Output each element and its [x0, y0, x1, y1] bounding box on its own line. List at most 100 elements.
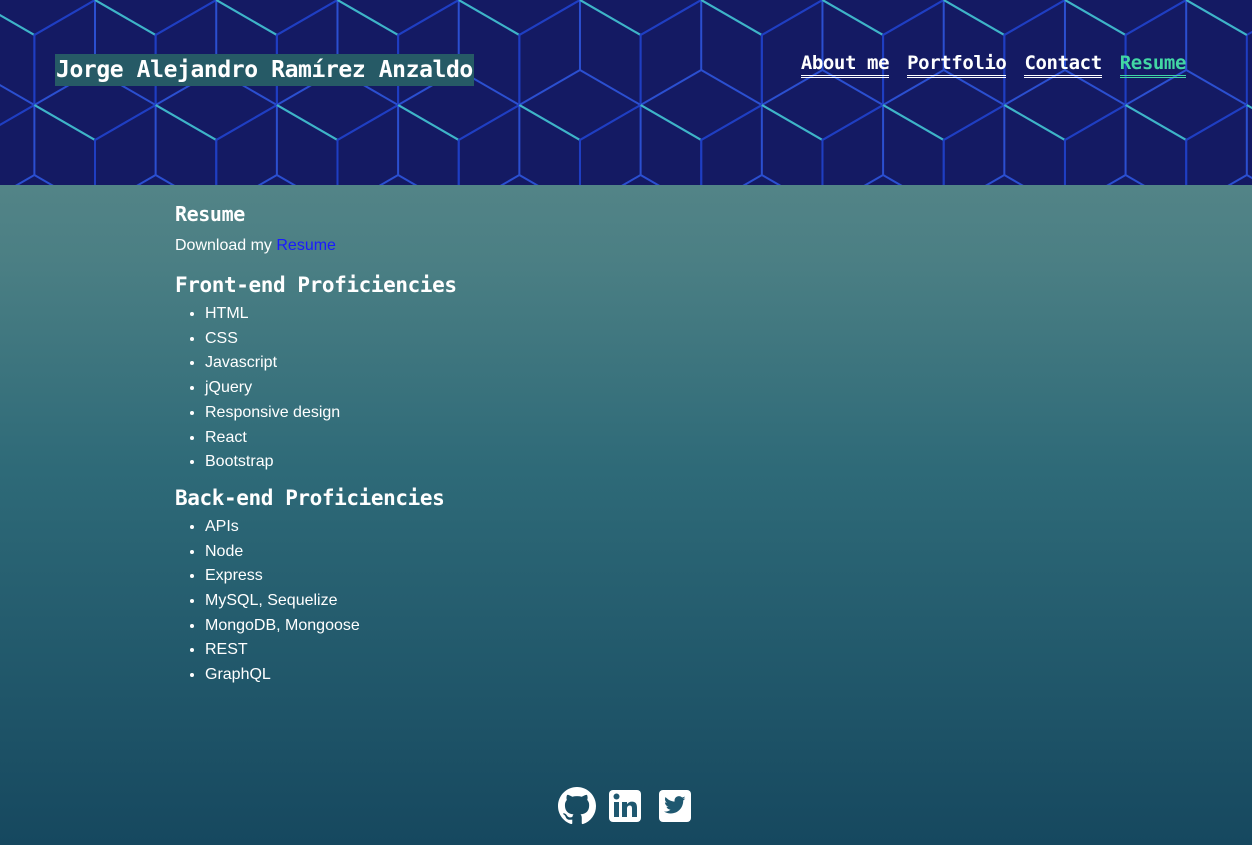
pattern-highlight-line	[336, 0, 399, 36]
download-prefix: Download my	[175, 237, 277, 254]
list-item: Bootstrap	[205, 450, 1075, 475]
list-item: Node	[205, 540, 1075, 565]
pattern-cube-line	[579, 69, 642, 106]
linkedin-icon	[609, 790, 641, 822]
resume-content: Resume Download my Resume Front-end Prof…	[175, 200, 1075, 696]
page-title: Resume	[175, 202, 245, 226]
pattern-highlight-line	[0, 13, 35, 36]
twitter-link[interactable]	[658, 786, 694, 826]
list-item: React	[205, 426, 1075, 451]
download-line: Download my Resume	[175, 234, 1075, 258]
pattern-hexagon	[821, 0, 945, 37]
pattern-highlight-line	[761, 104, 823, 141]
main-nav: About me Portfolio Contact Resume	[800, 52, 1186, 78]
pattern-hexagon	[0, 103, 96, 185]
list-item: Javascript	[205, 351, 1075, 376]
nav-about-me[interactable]: About me	[800, 52, 890, 78]
pattern-highlight-line	[821, 0, 884, 36]
backend-list: APIs Node Express MySQL, Sequelize Mongo…	[175, 515, 1075, 688]
pattern-highlight-line	[94, 0, 157, 36]
nav-portfolio[interactable]: Portfolio	[907, 52, 1007, 78]
list-item: REST	[205, 638, 1075, 663]
frontend-list: HTML CSS Javascript jQuery Responsive de…	[175, 302, 1075, 475]
pattern-hexagon	[215, 0, 339, 37]
pattern-cube-line	[1246, 174, 1252, 180]
pattern-highlight-line	[33, 104, 96, 141]
pattern-hexagon	[336, 0, 460, 37]
list-item: jQuery	[205, 376, 1075, 401]
pattern-hexagon	[578, 0, 703, 37]
pattern-highlight-line	[276, 104, 338, 141]
pattern-cube-line	[500, 174, 520, 185]
pattern-cube-line	[640, 69, 702, 106]
pattern-cube-line	[863, 174, 884, 185]
pattern-cube-line	[518, 69, 581, 106]
pattern-hexagon	[700, 0, 824, 37]
pattern-highlight-line	[518, 104, 581, 141]
pattern-cube-line	[378, 174, 399, 185]
pattern-highlight-line	[397, 104, 460, 141]
pattern-hexagon	[1063, 0, 1188, 37]
pattern-cube-line	[518, 174, 539, 185]
github-icon	[558, 787, 596, 825]
list-item: Responsive design	[205, 401, 1075, 426]
list-item: HTML	[205, 302, 1075, 327]
pattern-highlight-line	[458, 0, 520, 36]
pattern-hexagon	[942, 0, 1066, 37]
pattern-cube-line	[15, 174, 35, 185]
list-item: Express	[205, 564, 1075, 589]
nav-contact[interactable]: Contact	[1024, 52, 1102, 78]
pattern-cube-line	[985, 174, 1005, 185]
site-header: Jorge Alejandro Ramírez Anzaldo About me…	[0, 0, 1252, 185]
pattern-highlight-line	[155, 104, 217, 141]
pattern-highlight-line	[882, 104, 945, 141]
pattern-highlight-line	[700, 0, 763, 36]
site-title: Jorge Alejandro Ramírez Anzaldo	[55, 54, 474, 86]
pattern-highlight-line	[1003, 104, 1066, 141]
resume-download-link[interactable]: Resume	[276, 237, 336, 254]
pattern-cube-line	[155, 174, 175, 185]
pattern-cube-line	[700, 69, 763, 106]
pattern-cube-line	[257, 174, 278, 185]
pattern-highlight-line	[943, 0, 1005, 36]
nav-resume[interactable]: Resume	[1119, 52, 1186, 78]
list-item: APIs	[205, 515, 1075, 540]
pattern-hexagon	[94, 0, 218, 37]
linkedin-link[interactable]	[608, 786, 644, 826]
pattern-cube-line	[0, 83, 35, 106]
pattern-cube-line	[276, 174, 297, 185]
github-link[interactable]	[558, 786, 596, 826]
pattern-cube-line	[1106, 174, 1127, 185]
pattern-highlight-line	[640, 104, 702, 141]
list-item: MySQL, Sequelize	[205, 589, 1075, 614]
frontend-heading: Front-end Proficiencies	[175, 273, 457, 297]
list-item: GraphQL	[205, 663, 1075, 688]
pattern-hexagon	[457, 0, 581, 37]
pattern-cube-line	[640, 174, 660, 185]
pattern-hexagon	[0, 13, 36, 127]
list-item: CSS	[205, 327, 1075, 352]
list-item: MongoDB, Mongoose	[205, 614, 1075, 639]
pattern-highlight-line	[1185, 0, 1248, 36]
pattern-cube-line	[761, 174, 782, 185]
pattern-cube-line	[621, 174, 642, 185]
pattern-cube-line	[33, 174, 54, 185]
pattern-hexagon	[1185, 103, 1252, 185]
pattern-highlight-line	[1064, 0, 1127, 36]
pattern-cube-line	[136, 174, 157, 185]
pattern-cube-line	[882, 174, 903, 185]
pattern-highlight-line	[1125, 104, 1187, 141]
pattern-cube-line	[742, 174, 763, 185]
backend-heading: Back-end Proficiencies	[175, 485, 445, 510]
pattern-cube-line	[397, 174, 418, 185]
twitter-icon	[659, 790, 691, 822]
pattern-highlight-line	[579, 0, 642, 36]
pattern-highlight-line	[215, 0, 278, 36]
pattern-cube-line	[1227, 174, 1248, 185]
pattern-cube-line	[1125, 174, 1145, 185]
hexagon-pattern-background	[0, 0, 1252, 185]
pattern-hexagon	[0, 0, 96, 37]
pattern-cube-line	[1003, 174, 1024, 185]
pattern-cube-line	[1185, 69, 1248, 106]
social-links	[0, 786, 1252, 826]
